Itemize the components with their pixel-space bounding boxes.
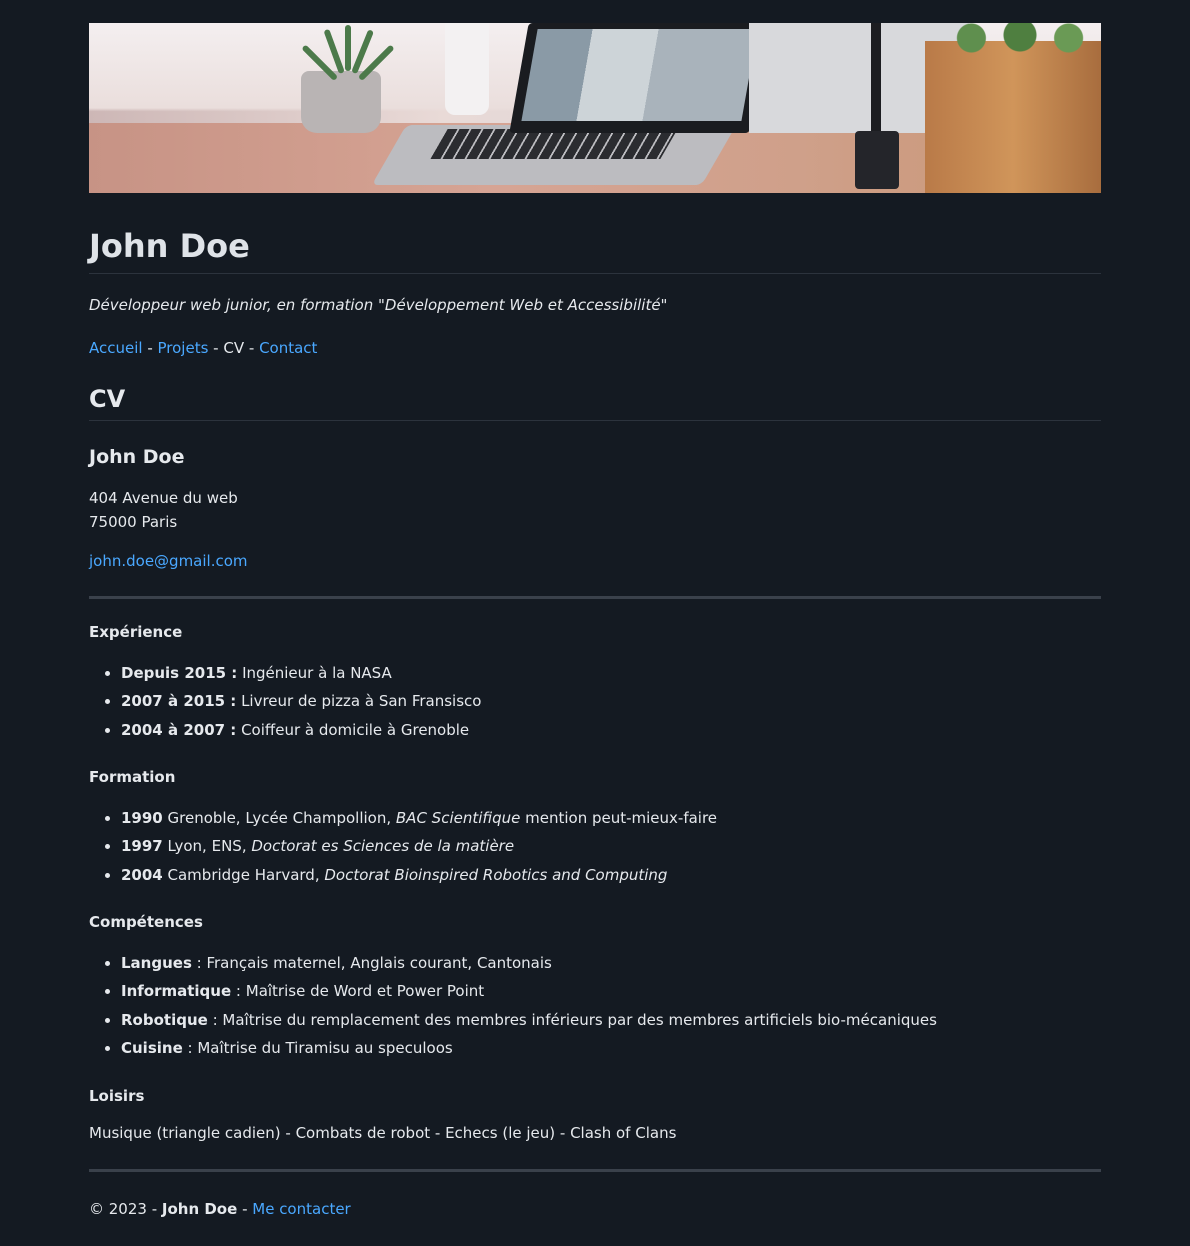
experience-text: Livreur de pizza à San Fransisco	[236, 692, 482, 711]
site-title: John Doe	[89, 227, 1101, 275]
hobbies-text: Musique (triangle cadien) - Combats de r…	[89, 1124, 677, 1143]
tagline: Développeur web junior, en formation "Dé…	[89, 296, 668, 315]
experience-period: 2007 à 2015 :	[121, 692, 237, 711]
experience-period: Depuis 2015 :	[121, 663, 238, 682]
skill-item: Robotique : Maîtrise du remplacement des…	[121, 1006, 1101, 1035]
experience-list: Depuis 2015 : Ingénieur à la NASA 2007 à…	[89, 659, 1101, 745]
education-heading: Formation	[89, 768, 176, 787]
education-degree: Doctorat Bioinspired Robotics and Comput…	[324, 865, 668, 884]
divider	[89, 1168, 1101, 1172]
skill-item: Langues : Français maternel, Anglais cou…	[121, 949, 1101, 978]
skill-label: Informatique	[121, 982, 232, 1001]
education-place: Cambridge Harvard,	[162, 865, 325, 884]
skill-label: Langues	[121, 953, 192, 972]
address-city: 75000 Paris	[89, 512, 178, 531]
nav-current-cv: CV	[223, 338, 245, 357]
skill-text: : Maîtrise du Tiramisu au speculoos	[182, 1039, 453, 1058]
education-year: 1990	[121, 808, 163, 827]
experience-item: Depuis 2015 : Ingénieur à la NASA	[121, 659, 1101, 688]
education-degree: BAC Scientifique	[395, 808, 521, 827]
experience-item: 2004 à 2007 : Coiffeur à domicile à Gren…	[121, 716, 1101, 745]
footer: © 2023 - John Doe - Me contacter	[89, 1198, 1101, 1221]
nav-link-contact[interactable]: Contact	[259, 339, 317, 357]
experience-text: Ingénieur à la NASA	[237, 663, 392, 682]
footer-copyright: © 2023 -	[89, 1199, 162, 1218]
page-container: John Doe Développeur web junior, en form…	[89, 23, 1101, 1220]
header-banner-image	[89, 23, 1101, 193]
hobbies-heading: Loisirs	[89, 1086, 145, 1105]
experience-item: 2007 à 2015 : Livreur de pizza à San Fra…	[121, 687, 1101, 716]
education-year: 1997	[121, 837, 163, 856]
skills-heading: Compétences	[89, 913, 203, 932]
nav-separator: -	[142, 338, 158, 357]
education-list: 1990 Grenoble, Lycée Champollion, BAC Sc…	[89, 804, 1101, 890]
footer-contact-link[interactable]: Me contacter	[252, 1200, 350, 1218]
main-nav: Accueil - Projets - CV - Contact	[89, 337, 1101, 360]
education-place: Grenoble, Lycée Champollion,	[162, 808, 396, 827]
footer-name: John Doe	[161, 1199, 238, 1218]
education-item: 1990 Grenoble, Lycée Champollion, BAC Sc…	[121, 804, 1101, 833]
skill-label: Cuisine	[121, 1039, 183, 1058]
education-item: 2004 Cambridge Harvard, Doctorat Bioinsp…	[121, 861, 1101, 890]
education-place: Lyon, ENS,	[162, 837, 252, 856]
education-year: 2004	[121, 865, 163, 884]
skill-text: : Maîtrise de Word et Power Point	[231, 982, 485, 1001]
skill-text: : Maîtrise du remplacement des membres i…	[207, 1010, 937, 1029]
education-degree: Doctorat es Sciences de la matière	[251, 837, 515, 856]
skill-item: Cuisine : Maîtrise du Tiramisu au specul…	[121, 1034, 1101, 1063]
skill-label: Robotique	[121, 1010, 208, 1029]
experience-heading: Expérience	[89, 623, 183, 642]
education-item: 1997 Lyon, ENS, Doctorat es Sciences de …	[121, 832, 1101, 861]
nav-separator: -	[208, 338, 224, 357]
section-title-cv: CV	[89, 385, 1101, 422]
nav-separator: -	[244, 338, 260, 357]
nav-link-home[interactable]: Accueil	[89, 339, 143, 357]
footer-separator: -	[237, 1199, 253, 1218]
person-name: John Doe	[89, 446, 185, 469]
skills-list: Langues : Français maternel, Anglais cou…	[89, 949, 1101, 1063]
skill-text: : Français maternel, Anglais courant, Ca…	[191, 953, 552, 972]
nav-link-projects[interactable]: Projets	[158, 339, 209, 357]
divider	[89, 596, 1101, 600]
experience-text: Coiffeur à domicile à Grenoble	[236, 720, 470, 739]
skill-item: Informatique : Maîtrise de Word et Power…	[121, 977, 1101, 1006]
address-street: 404 Avenue du web	[89, 488, 238, 507]
address: 404 Avenue du web 75000 Paris	[89, 486, 1101, 534]
education-extra: mention peut-mieux-faire	[520, 808, 718, 827]
experience-period: 2004 à 2007 :	[121, 720, 237, 739]
email-link[interactable]: john.doe@gmail.com	[89, 552, 248, 570]
